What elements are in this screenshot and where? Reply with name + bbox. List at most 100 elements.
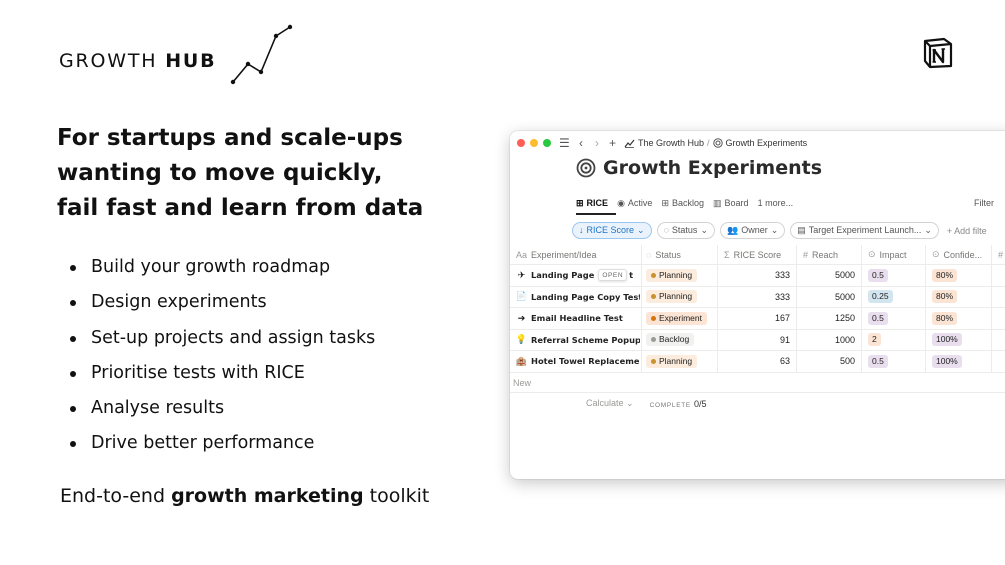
confidence-cell[interactable]: 100% — [925, 329, 991, 350]
owner-filter-pill[interactable]: 👥 Owner ⌄ — [719, 222, 786, 239]
experiment-name-cell[interactable]: ✈ Landing Page OPEN t — [516, 265, 640, 286]
owner-filter-label: Owner — [741, 225, 768, 235]
chevron-down-icon: ⌄ — [924, 225, 932, 235]
column-header-rice[interactable]: Σ RICE Score — [717, 245, 796, 264]
status-cell[interactable]: Backlog — [641, 329, 717, 350]
tab-more[interactable]: 1 more... — [758, 195, 794, 211]
status-dot-icon — [651, 315, 656, 321]
rice-score-cell[interactable]: 167 — [717, 308, 796, 329]
sidebar-menu-icon[interactable]: ☰ — [559, 135, 570, 151]
tab-board[interactable]: ▥ Board — [713, 195, 749, 211]
feature-item: Analyse results — [70, 391, 375, 426]
table-row[interactable]: 🏨 Hotel Towel Replacement Planning 63 500 0.5… — [510, 351, 1005, 373]
impact-cell[interactable]: 0.25 — [861, 286, 925, 307]
chevron-down-icon: ⌄ — [626, 398, 634, 408]
confidence-tag: 100% — [932, 333, 962, 347]
forward-arrow-icon[interactable]: › — [595, 135, 599, 151]
column-label: RICE Score — [733, 249, 782, 260]
feature-text: Drive better performance — [91, 433, 315, 454]
more-cell[interactable] — [991, 265, 1005, 286]
rice-score-value: 333 — [774, 270, 790, 281]
minimize-window-button[interactable] — [530, 139, 538, 147]
target-page-icon[interactable] — [576, 158, 596, 178]
filter-button[interactable]: Filter — [974, 195, 994, 211]
status-badge: Planning — [646, 268, 698, 282]
new-row-button[interactable]: New — [510, 373, 1005, 393]
column-header-name[interactable]: Aa Experiment/Idea — [516, 245, 640, 264]
confidence-cell[interactable]: 100% — [925, 351, 991, 372]
complete-summary: COMPLETE 0/5 — [650, 399, 707, 409]
more-cell[interactable] — [991, 351, 1005, 372]
number-icon: # — [998, 249, 1004, 260]
table-row[interactable]: 📄 Landing Page Copy Test Planning 333 5000 0.… — [510, 286, 1005, 308]
experiment-name-cell[interactable]: 📄 Landing Page Copy Test — [516, 287, 640, 308]
status-cell[interactable]: Planning — [641, 265, 717, 286]
tab-active[interactable]: ◉ Active — [617, 195, 652, 211]
table-icon: ⊞ — [661, 197, 669, 208]
status-filter-pill[interactable]: ◌ Status ⌄ — [656, 222, 715, 239]
notion-logo-icon — [923, 37, 953, 69]
status-label: Backlog — [659, 334, 690, 345]
sort-pill[interactable]: ↓ RICE Score ⌄ — [572, 222, 652, 239]
open-page-button[interactable]: OPEN — [598, 269, 628, 282]
tagline-bold: growth marketing — [171, 485, 364, 507]
experiment-name: Email Headline Test — [531, 313, 623, 324]
tab-rice[interactable]: ⊞ RICE — [576, 195, 608, 211]
chevron-down-icon: ⌄ — [700, 225, 708, 235]
status-cell[interactable]: Experiment — [641, 308, 717, 329]
status-cell[interactable]: Planning — [641, 286, 717, 307]
breadcrumb-parent[interactable]: The Growth Hub — [638, 135, 704, 151]
date-filter-pill[interactable]: ▤ Target Experiment Launch... ⌄ — [790, 222, 939, 239]
status-label: Planning — [659, 291, 693, 302]
reach-cell[interactable]: 1000 — [796, 329, 861, 350]
page-title[interactable]: Growth Experiments — [603, 157, 822, 179]
column-header-reach[interactable]: # Reach — [796, 245, 861, 264]
column-header-more[interactable]: # — [991, 245, 1005, 264]
reach-value: 1250 — [834, 313, 855, 324]
reach-cell[interactable]: 1250 — [796, 308, 861, 329]
more-cell[interactable] — [991, 329, 1005, 350]
experiment-name-cell[interactable]: 💡 Referral Scheme Popup — [516, 330, 640, 351]
impact-cell[interactable]: 0.5 — [861, 265, 925, 286]
back-arrow-icon[interactable]: ‹ — [579, 135, 583, 151]
table-row[interactable]: ✈ Landing Page OPEN t Planning 333 5000 0.5 80% — [510, 265, 1005, 287]
maximize-window-button[interactable] — [543, 139, 551, 147]
new-page-icon[interactable]: + — [609, 135, 616, 151]
status-cell[interactable]: Planning — [641, 351, 717, 372]
confidence-cell[interactable]: 80% — [925, 286, 991, 307]
experiment-name-cell[interactable]: ➔ Email Headline Test — [516, 308, 640, 329]
status-badge: Planning — [646, 354, 698, 368]
more-cell[interactable] — [991, 286, 1005, 307]
add-filter-button[interactable]: + Add filte — [947, 226, 987, 236]
tab-backlog[interactable]: ⊞ Backlog — [661, 195, 704, 211]
reach-cell[interactable]: 5000 — [796, 286, 861, 307]
feature-text: Design experiments — [91, 292, 267, 313]
breadcrumb-current[interactable]: Growth Experiments — [726, 135, 808, 151]
confidence-cell[interactable]: 80% — [925, 265, 991, 286]
table-row[interactable]: ➔ Email Headline Test Experiment 167 1250 0.5… — [510, 308, 1005, 330]
table-row[interactable]: 💡 Referral Scheme Popup Backlog 91 1000 2 100% — [510, 329, 1005, 351]
status-dot-icon — [651, 358, 656, 364]
page-emoji-icon: 💡 — [516, 334, 528, 345]
chevron-down-icon: ⌄ — [770, 225, 779, 235]
impact-cell[interactable]: 2 — [861, 329, 925, 350]
column-header-impact[interactable]: ⊙ Impact — [861, 245, 925, 264]
board-icon: ▥ — [713, 197, 722, 208]
column-header-status[interactable]: ◌ Status — [641, 245, 717, 264]
reach-cell[interactable]: 500 — [796, 351, 861, 372]
impact-cell[interactable]: 0.5 — [861, 308, 925, 329]
confidence-cell[interactable]: 80% — [925, 308, 991, 329]
more-cell[interactable] — [991, 308, 1005, 329]
rice-score-cell[interactable]: 333 — [717, 286, 796, 307]
bullet-icon — [70, 265, 76, 271]
calculate-dropdown[interactable]: Calculate ⌄ — [586, 398, 634, 409]
close-window-button[interactable] — [517, 139, 525, 147]
rice-score-cell[interactable]: 333 — [717, 265, 796, 286]
column-header-confidence[interactable]: ⊙ Confide... — [925, 245, 991, 264]
reach-cell[interactable]: 5000 — [796, 265, 861, 286]
rice-score-cell[interactable]: 91 — [717, 329, 796, 350]
rice-score-value: 91 — [779, 334, 790, 345]
experiment-name-cell[interactable]: 🏨 Hotel Towel Replacement — [516, 351, 640, 372]
impact-cell[interactable]: 0.5 — [861, 351, 925, 372]
rice-score-cell[interactable]: 63 — [717, 351, 796, 372]
